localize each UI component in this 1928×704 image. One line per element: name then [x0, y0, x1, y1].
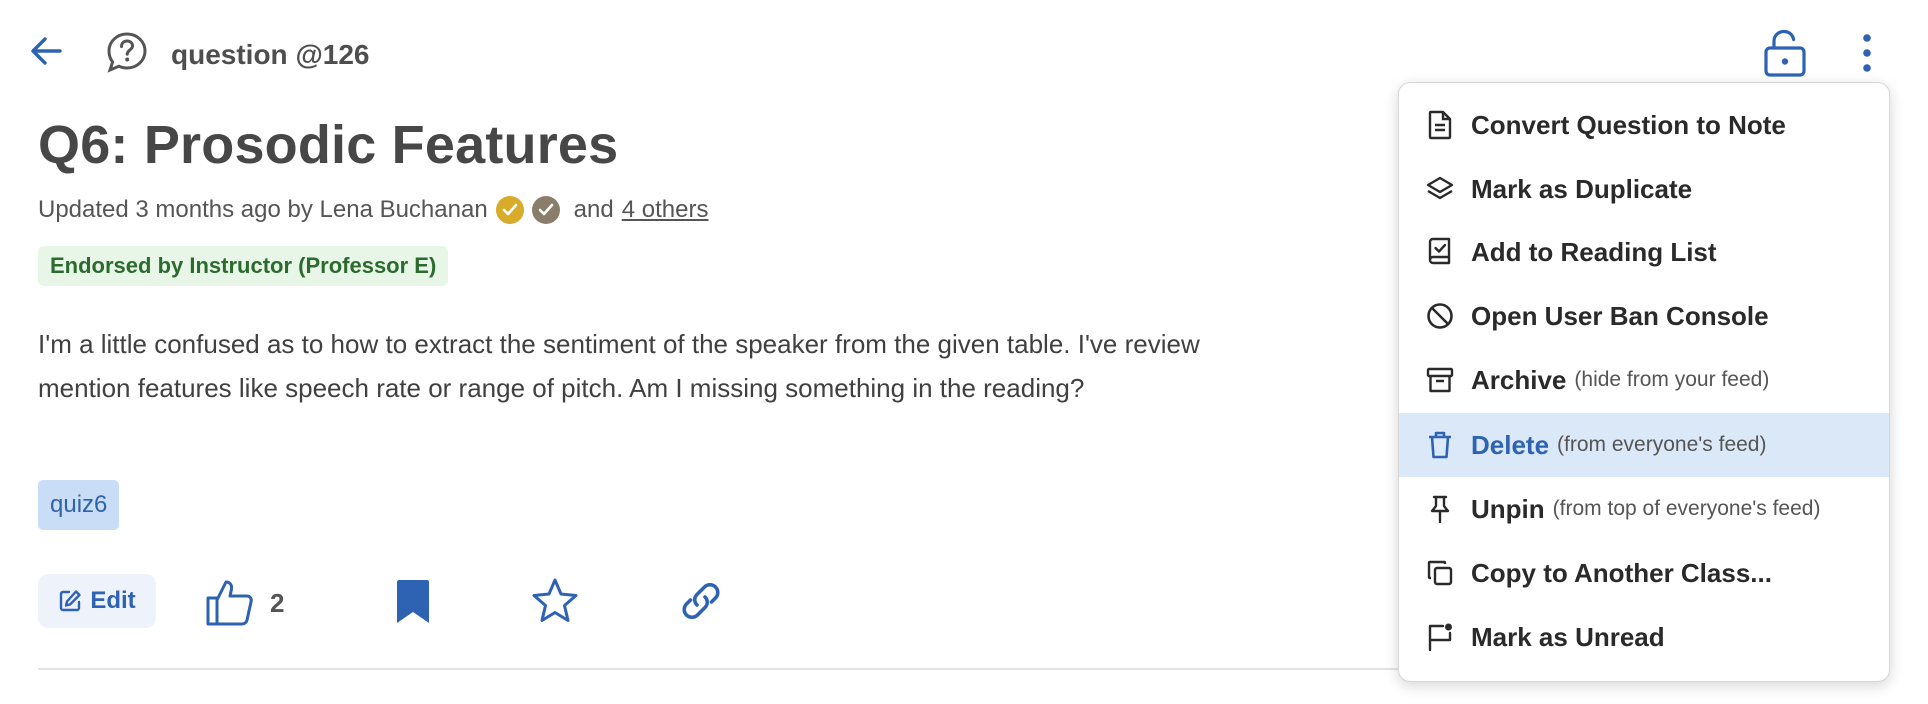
gold-verified-badge-icon [495, 196, 524, 224]
post-body: I'm a little confused as to how to extra… [38, 322, 1398, 410]
edit-label: Edit [90, 587, 136, 614]
menu-item-hint: (from everyone's feed) [1557, 433, 1767, 456]
menu-item-label: Mark as Duplicate [1471, 173, 1693, 204]
menu-item-hint: (hide from your feed) [1574, 368, 1770, 391]
menu-item-archive[interactable]: Archive (hide from your feed) [1399, 348, 1889, 412]
menu-item-label: Delete [1471, 429, 1550, 460]
bookmark-icon[interactable] [392, 578, 434, 626]
post-body-line: I'm a little confused as to how to extra… [38, 329, 1200, 359]
edit-icon [60, 590, 82, 612]
trash-icon [1423, 428, 1457, 462]
post-options-menu: Convert Question to Note Mark as Duplica… [1398, 82, 1890, 682]
post-meta: Updated 3 months ago by Lena Buchanan an… [38, 196, 708, 224]
menu-item-label: Copy to Another Class... [1471, 557, 1772, 588]
grey-verified-badge-icon [531, 196, 560, 224]
menu-item-label: Convert Question to Note [1471, 109, 1786, 140]
post-body-line: mention features like speech rate or ran… [38, 373, 1085, 403]
reading-list-icon [1423, 235, 1457, 269]
others-link[interactable]: 4 others [622, 196, 709, 224]
tag-chip[interactable]: quiz6 [38, 480, 120, 530]
and-text: and [573, 196, 614, 223]
menu-item-label: Unpin [1471, 493, 1545, 524]
menu-item-hint: (from top of everyone's feed) [1552, 497, 1821, 520]
thumbs-up-icon[interactable] [204, 576, 256, 628]
menu-item-mark-duplicate[interactable]: Mark as Duplicate [1399, 157, 1889, 221]
question-bubble-icon [104, 30, 150, 76]
flag-icon [1423, 620, 1457, 654]
menu-item-add-reading-list[interactable]: Add to Reading List [1399, 220, 1889, 284]
link-icon[interactable] [676, 576, 726, 626]
archive-icon [1423, 363, 1457, 397]
menu-item-unpin[interactable]: Unpin (from top of everyone's feed) [1399, 477, 1889, 541]
menu-item-delete[interactable]: Delete (from everyone's feed) [1399, 413, 1889, 477]
menu-item-label: Open User Ban Console [1471, 300, 1769, 331]
edit-button[interactable]: Edit [38, 574, 156, 628]
pin-icon [1423, 492, 1457, 526]
updated-text: Updated 3 months ago by Lena Buchanan [38, 196, 488, 223]
menu-item-copy-to-class[interactable]: Copy to Another Class... [1399, 541, 1889, 605]
like-count: 2 [270, 588, 285, 618]
more-options-icon[interactable] [1852, 30, 1882, 76]
question-number-label: question @126 [171, 39, 370, 70]
back-arrow-icon[interactable] [26, 30, 68, 72]
divider [38, 668, 1408, 670]
menu-item-user-ban-console[interactable]: Open User Ban Console [1399, 284, 1889, 348]
endorsement-badge: Endorsed by Instructor (Professor E) [38, 246, 449, 286]
menu-item-label: Archive [1471, 364, 1567, 395]
ban-icon [1423, 299, 1457, 333]
document-icon [1423, 108, 1457, 142]
menu-item-label: Mark as Unread [1471, 621, 1665, 652]
menu-item-mark-unread[interactable]: Mark as Unread [1399, 605, 1889, 669]
menu-item-label: Add to Reading List [1471, 236, 1717, 267]
copy-icon [1423, 556, 1457, 590]
post-title: Q6: Prosodic Features [38, 115, 619, 175]
star-icon[interactable] [530, 576, 580, 626]
unlock-icon[interactable] [1762, 28, 1808, 78]
menu-item-convert-to-note[interactable]: Convert Question to Note [1399, 93, 1889, 157]
layers-icon [1423, 172, 1457, 206]
